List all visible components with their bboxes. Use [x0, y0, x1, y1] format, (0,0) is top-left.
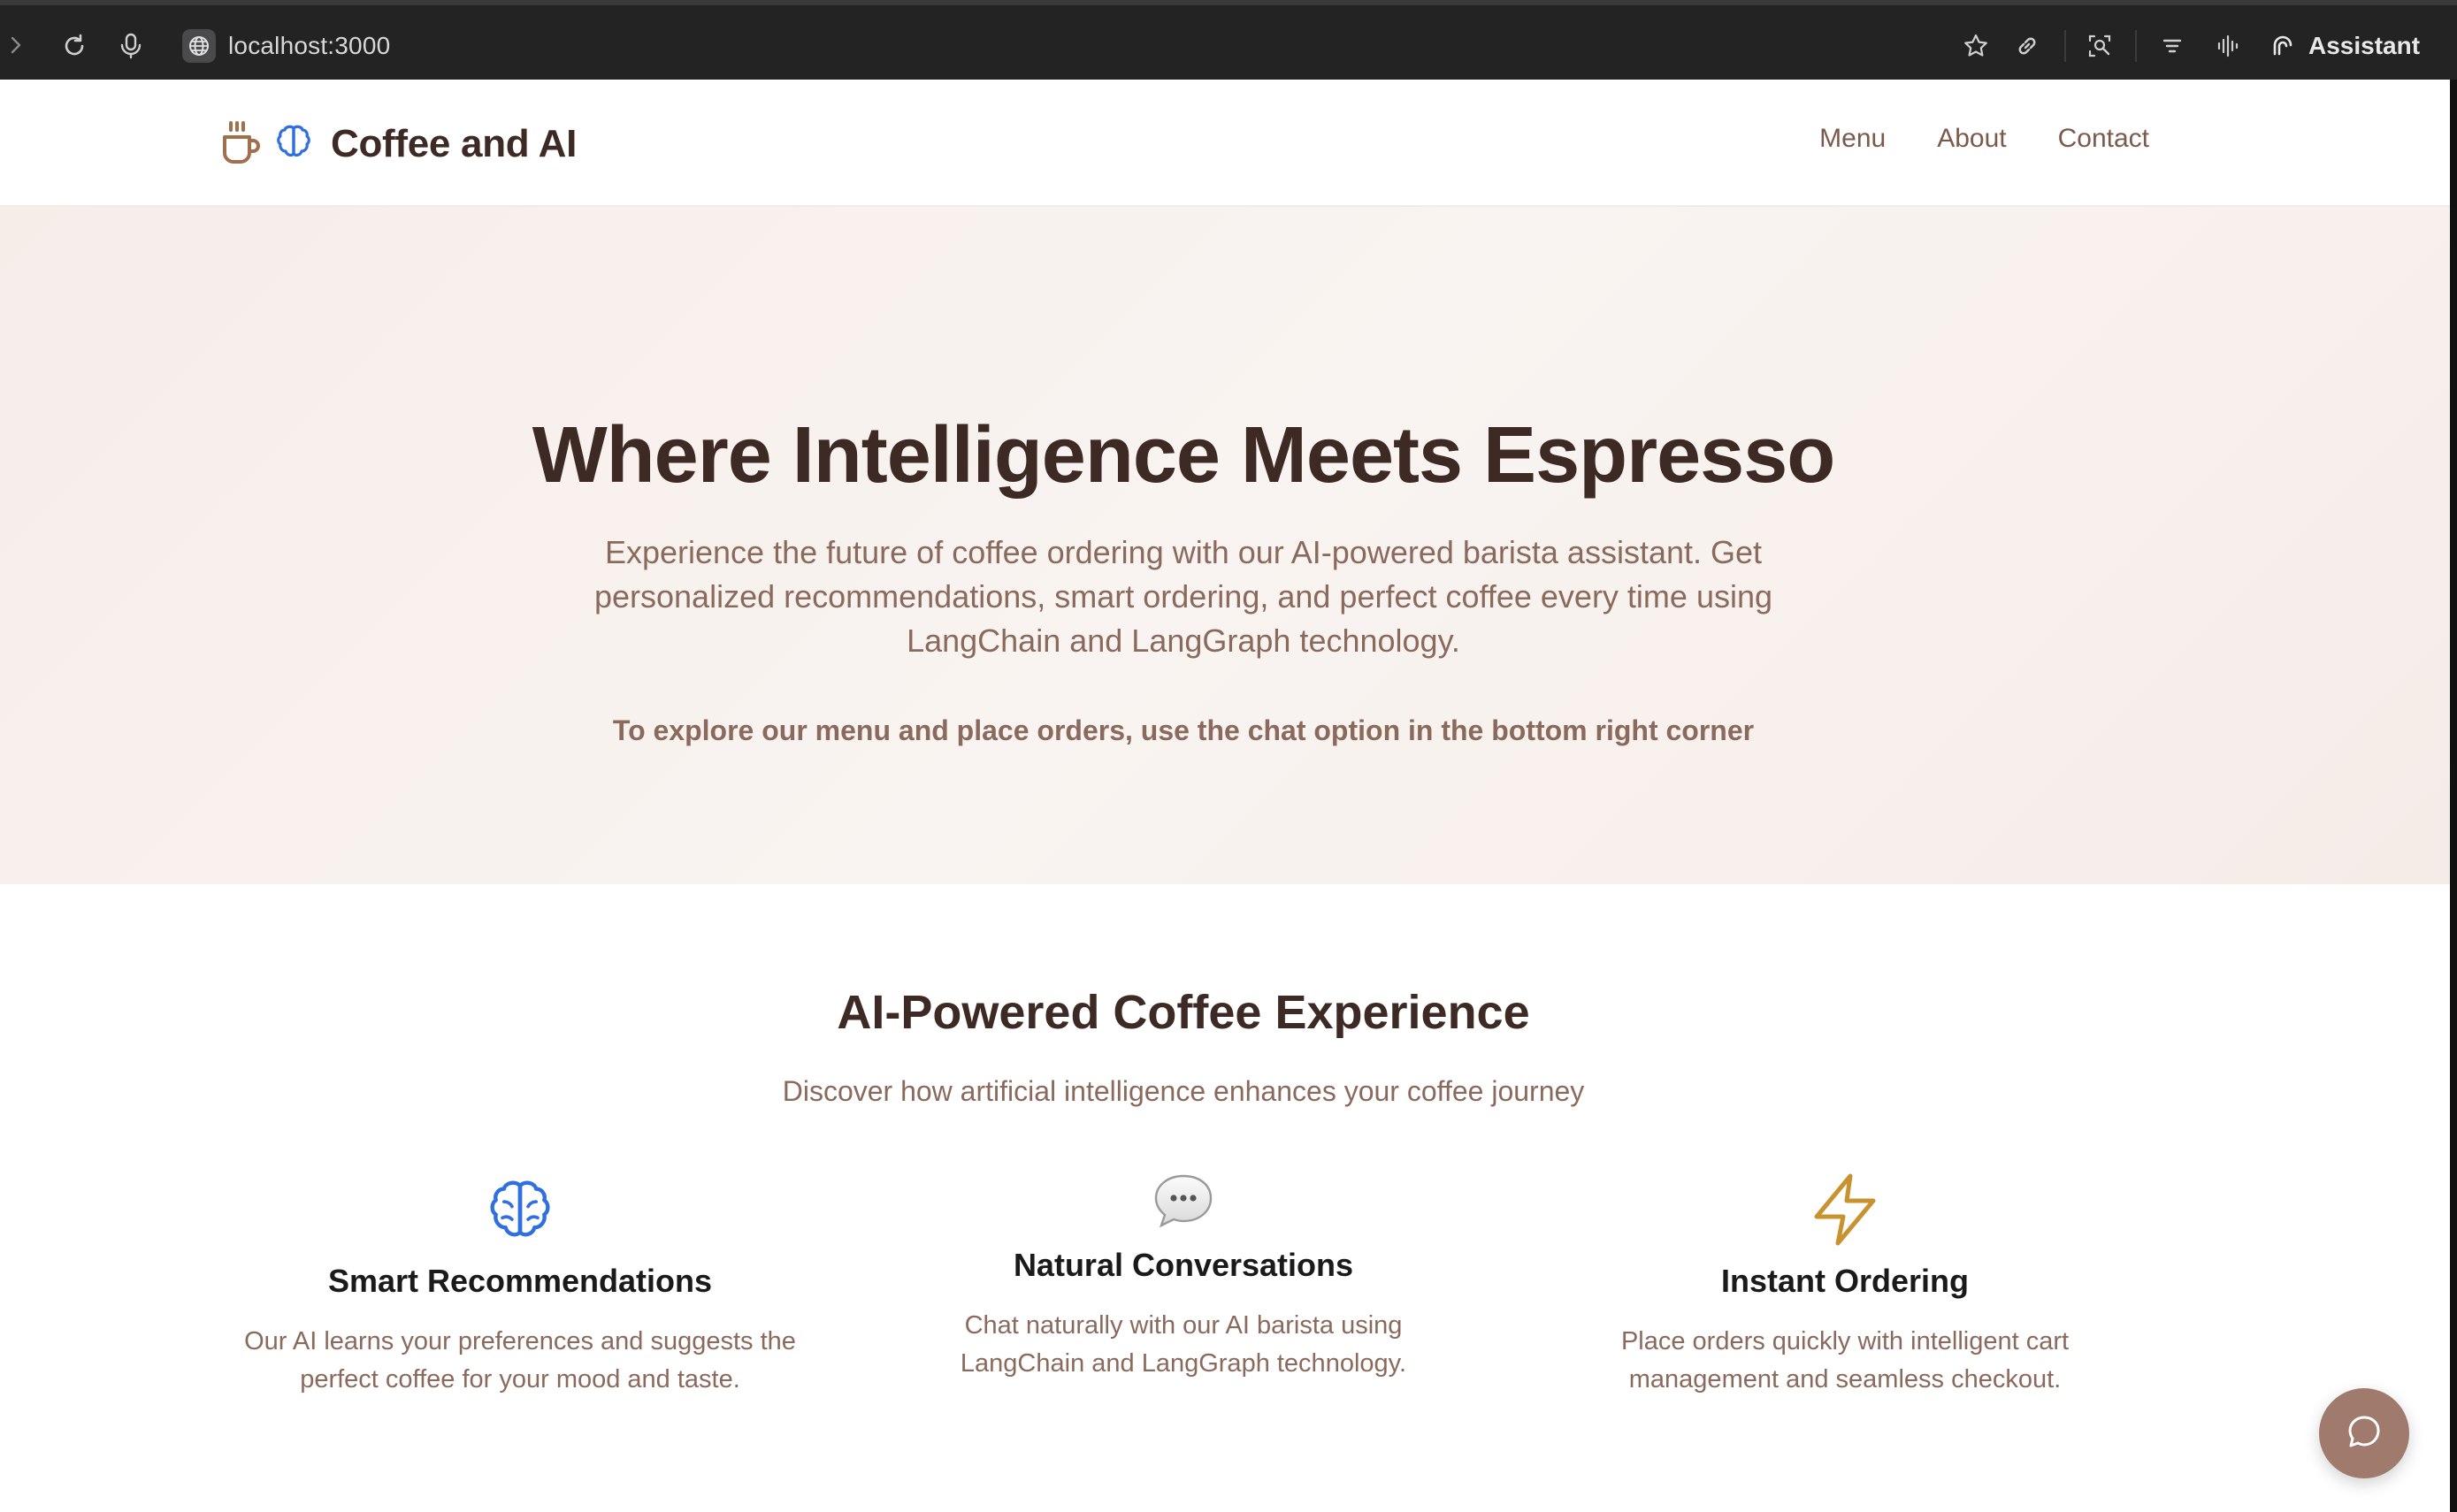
globe-icon	[182, 29, 216, 63]
forward-icon[interactable]	[5, 32, 27, 58]
brain-icon	[237, 1149, 803, 1247]
lightning-icon	[1562, 1149, 2128, 1247]
brand-logo[interactable]: Coffee and AI	[216, 117, 577, 172]
toolbar-divider	[2135, 30, 2137, 62]
features-title: AI-Powered Coffee Experience	[837, 986, 1530, 1039]
features-subtitle: Discover how artificial intelligence enh…	[782, 1075, 1585, 1107]
hero-title: Where Intelligence Meets Espresso	[532, 411, 1836, 500]
voice-waveform-icon[interactable]	[2213, 30, 2245, 62]
feature-description: Our AI learns your preferences and sugge…	[244, 1327, 796, 1394]
page-search-icon[interactable]	[2084, 30, 2116, 62]
hero-note: To explore our menu and place orders, us…	[612, 714, 1755, 746]
speech-bubble-icon	[900, 1149, 1466, 1231]
hero-subtitle: Experience the future of coffee ordering…	[593, 534, 1773, 659]
star-icon[interactable]	[1960, 30, 1992, 62]
feature-card-smart-recommendations: Smart Recommendations Our AI learns your…	[237, 1149, 803, 1399]
page-viewport: Coffee and AI Menu About Contact Where I…	[0, 80, 2450, 1512]
coffee-cup-icon	[216, 118, 265, 172]
address-bar[interactable]: localhost:3000	[182, 27, 390, 65]
chat-icon	[2346, 1413, 2383, 1455]
feature-card-natural-conversations: Natural Conversations Chat naturally wit…	[900, 1149, 1466, 1383]
brain-icon	[274, 123, 313, 166]
feature-title: Instant Ordering	[1720, 1263, 1970, 1299]
microphone-icon[interactable]	[115, 30, 147, 62]
nav-link-about[interactable]: About	[1937, 124, 2006, 154]
feature-title: Smart Recommendations	[327, 1263, 713, 1299]
site-header: Coffee and AI Menu About Contact	[0, 80, 2450, 207]
browser-toolbar: localhost:3000 Assistant	[0, 0, 2457, 80]
main-nav: Menu About Contact	[1819, 124, 2149, 154]
link-icon[interactable]	[2011, 30, 2043, 62]
nav-link-contact[interactable]: Contact	[2058, 124, 2149, 154]
brand-title: Coffee and AI	[331, 122, 578, 165]
feature-card-instant-ordering: Instant Ordering Place orders quickly wi…	[1562, 1149, 2128, 1399]
chat-button[interactable]	[2319, 1388, 2409, 1478]
feature-description: Place orders quickly with intelligent ca…	[1620, 1327, 2070, 1394]
assistant-button[interactable]: Assistant	[2269, 27, 2420, 65]
toolbar-divider	[2064, 30, 2066, 62]
assistant-icon	[2269, 33, 2296, 59]
window-edge	[2450, 80, 2457, 1512]
reload-icon[interactable]	[58, 30, 90, 62]
reader-mode-icon[interactable]	[2156, 30, 2188, 62]
assistant-label: Assistant	[2308, 32, 2421, 59]
feature-title: Natural Conversations	[1013, 1247, 1354, 1283]
feature-description: Chat naturally with our AI barista using…	[960, 1311, 1407, 1378]
nav-link-menu[interactable]: Menu	[1819, 124, 1886, 154]
url-text[interactable]: localhost:3000	[228, 32, 390, 60]
hero-section: Where Intelligence Meets Espresso Experi…	[0, 207, 2450, 884]
